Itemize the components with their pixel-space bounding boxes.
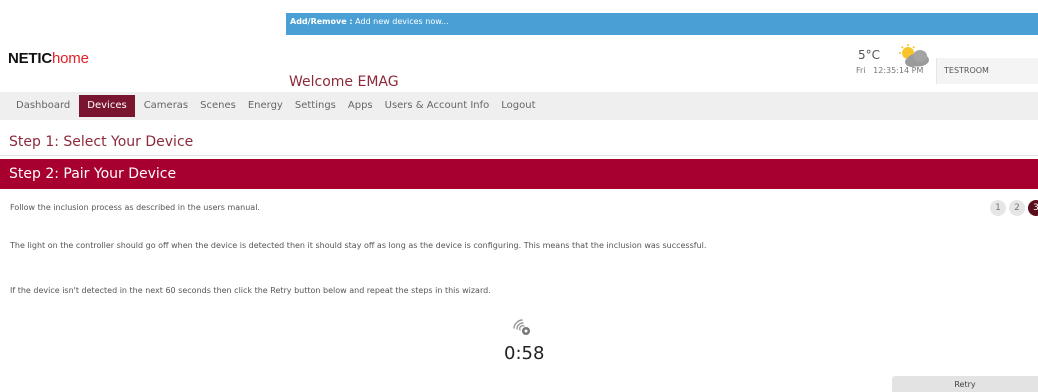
wireless-signal-icon <box>513 319 530 335</box>
pager-step-3[interactable]: 3 <box>1028 200 1038 216</box>
notice-text: Add new devices now... <box>352 17 449 26</box>
temperature: 5°C <box>858 48 881 62</box>
instruction-1: Follow the inclusion process as describe… <box>10 203 260 212</box>
notice-label: Add/Remove : <box>290 17 353 26</box>
nav-logout[interactable]: Logout <box>495 92 541 120</box>
nav-users-account[interactable]: Users & Account Info <box>379 92 496 120</box>
instruction-2: The light on the controller should go of… <box>10 241 707 250</box>
room-name: TESTROOM <box>944 66 989 75</box>
nav-energy[interactable]: Energy <box>242 92 289 120</box>
brand-logo-part1: NETIC <box>8 50 53 67</box>
notice-bar[interactable]: Add/Remove : Add new devices now... <box>286 13 1038 35</box>
nav-apps[interactable]: Apps <box>342 92 379 120</box>
retry-button[interactable]: Retry <box>892 376 1038 392</box>
step-1-header[interactable]: Step 1: Select Your Device <box>0 128 1038 156</box>
brand-logo-part2: home <box>52 50 89 67</box>
step-2-title: Step 2: Pair Your Device <box>9 166 177 182</box>
nav-settings[interactable]: Settings <box>289 92 342 120</box>
room-selector[interactable]: TESTROOM <box>936 58 1038 84</box>
instruction-3: If the device isn't detected in the next… <box>10 286 491 295</box>
pager-step-1[interactable]: 1 <box>990 200 1006 216</box>
nav-cameras[interactable]: Cameras <box>138 92 194 120</box>
nav-devices[interactable]: Devices <box>79 95 135 117</box>
nav-dashboard[interactable]: Dashboard <box>8 92 76 120</box>
brand-logo[interactable]: NETIChome <box>8 50 89 67</box>
pager-step-2[interactable]: 2 <box>1009 200 1025 216</box>
step-2-header[interactable]: Step 2: Pair Your Device <box>0 159 1038 189</box>
countdown-timer: 0:58 <box>504 343 545 364</box>
welcome-text: Welcome EMAG <box>289 74 399 90</box>
step-1-title: Step 1: Select Your Device <box>9 134 194 150</box>
datetime: Fri 12:35:14 PM <box>856 66 923 75</box>
day: Fri <box>856 66 866 75</box>
nav-scenes[interactable]: Scenes <box>194 92 242 120</box>
main-nav: Dashboard Devices Cameras Scenes Energy … <box>0 92 1038 120</box>
time: 12:35:14 PM <box>873 66 924 75</box>
partly-cloudy-icon <box>899 44 929 67</box>
